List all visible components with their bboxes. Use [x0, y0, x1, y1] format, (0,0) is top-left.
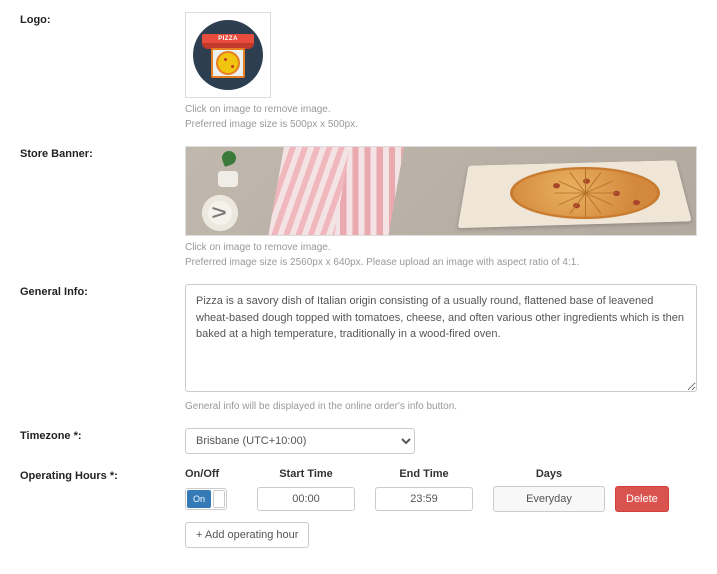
- banner-image[interactable]: [185, 146, 697, 236]
- add-operating-hour-button[interactable]: + Add operating hour: [185, 522, 309, 548]
- banner-label: Store Banner:: [20, 146, 185, 160]
- header-end: End Time: [365, 468, 483, 480]
- banner-tongs: [212, 205, 230, 221]
- start-time-input[interactable]: [257, 487, 355, 511]
- banner-help: Click on image to remove image. Preferre…: [185, 240, 697, 270]
- logo-sign-text: PIZZA: [193, 34, 263, 44]
- general-info-textarea[interactable]: Pizza is a savory dish of Italian origin…: [185, 284, 697, 392]
- banner-napkin: [268, 147, 404, 236]
- banner-pizza: [510, 167, 660, 219]
- banner-plant: [210, 151, 246, 187]
- general-help: General info will be displayed in the on…: [185, 399, 697, 414]
- logo-help: Click on image to remove image. Preferre…: [185, 102, 697, 132]
- logo-image[interactable]: PIZZA: [185, 12, 271, 98]
- hours-label: Operating Hours *:: [20, 468, 185, 482]
- logo-illustration: PIZZA: [193, 20, 263, 90]
- header-days: Days: [483, 468, 615, 480]
- end-time-input[interactable]: [375, 487, 473, 511]
- hours-header: On/Off Start Time End Time Days: [185, 468, 697, 480]
- toggle-knob: [213, 490, 225, 508]
- toggle-on-label: On: [187, 490, 211, 508]
- logo-label: Logo:: [20, 12, 185, 26]
- general-label: General Info:: [20, 284, 185, 298]
- hours-toggle[interactable]: On: [185, 488, 227, 510]
- timezone-select[interactable]: Brisbane (UTC+10:00): [185, 428, 415, 454]
- delete-button[interactable]: Delete: [615, 486, 669, 512]
- hours-row: On Everyday Delete: [185, 486, 697, 512]
- days-button[interactable]: Everyday: [493, 486, 605, 512]
- header-onoff: On/Off: [185, 468, 247, 480]
- timezone-label: Timezone *:: [20, 428, 185, 442]
- header-start: Start Time: [247, 468, 365, 480]
